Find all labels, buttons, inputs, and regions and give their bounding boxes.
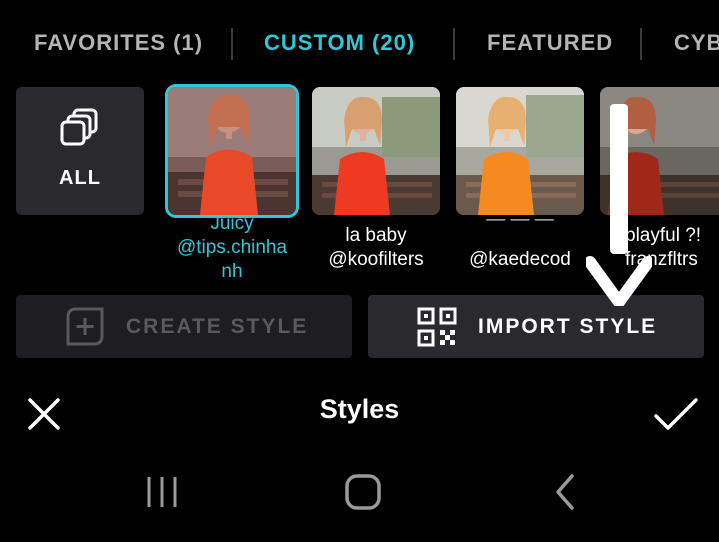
caption-line: la baby [345,225,407,246]
tab-custom[interactable]: CUSTOM (20) [264,30,415,56]
qr-code-icon [416,306,458,353]
style-preview-image [456,87,584,215]
all-styles-label: ALL [59,167,101,189]
tab-favorites[interactable]: FAVORITES (1) [34,30,203,56]
create-style-label: CREATE STYLE [126,315,309,338]
all-styles-tile[interactable]: ALL [16,87,144,215]
page-title: Styles [319,394,400,424]
create-style-button[interactable]: CREATE STYLE [16,295,352,358]
import-style-button[interactable]: IMPORT STYLE [368,295,704,358]
down-arrow-annotation [584,104,654,311]
style-thumbnail-kaedecod[interactable] [456,87,584,215]
tab-divider [453,28,455,60]
tab-divider [231,28,233,60]
tab-divider [640,28,642,60]
close-icon [22,398,66,440]
style-caption-kaedecod: — — — @kaedecod [445,208,595,272]
back-button[interactable] [546,472,586,512]
caption-line-clipped: — — — [486,209,554,230]
checkmark-icon [652,398,700,440]
style-caption-la-baby: la baby @koofilters [301,224,451,272]
tab-cyber[interactable]: CYB [674,30,719,56]
recents-icon [142,477,182,516]
style-thumbnail-la-baby[interactable] [312,87,440,215]
style-preview-image [168,87,296,215]
home-icon [343,474,383,516]
caption-line: @koofilters [328,249,424,270]
style-caption-juicy: Juicy @tips.chinha nh [157,212,307,284]
caption-line: @tips.chinha [176,237,288,258]
style-category-tabs: FAVORITES (1) CUSTOM (20) FEATURED CYB [0,24,719,64]
copy-stack-icon [59,107,101,154]
back-icon [546,474,586,516]
confirm-button[interactable] [652,392,698,436]
caption-line: @kaedecod [469,249,571,270]
style-thumbnail-juicy[interactable] [168,87,296,215]
caption-line: Juicy [210,213,254,234]
home-button[interactable] [343,472,383,512]
tab-featured[interactable]: FEATURED [487,30,613,56]
styles-screen: FAVORITES (1) CUSTOM (20) FEATURED CYB A… [0,0,719,542]
recents-button[interactable] [142,472,182,512]
caption-line: nh [221,261,243,282]
add-square-icon [64,306,106,353]
style-preview-image [312,87,440,215]
import-style-label: IMPORT STYLE [478,315,658,338]
